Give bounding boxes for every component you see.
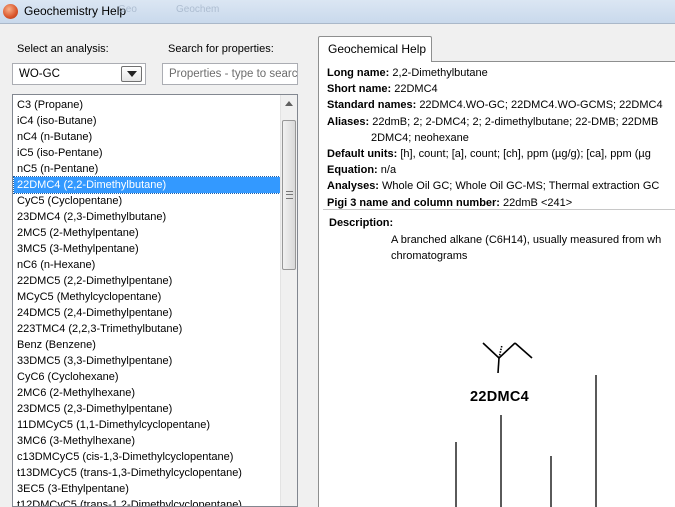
tab-strip: Geochemical Help: [318, 36, 675, 63]
list-item[interactable]: 2MC6 (2-Methylhexane): [14, 385, 280, 401]
molecule-structure-icon: [482, 342, 533, 374]
list-item[interactable]: Benz (Benzene): [14, 337, 280, 353]
chevron-down-icon: [127, 71, 137, 77]
list-item[interactable]: iC5 (iso-Pentane): [14, 145, 280, 161]
list-item[interactable]: nC5 (n-Pentane): [14, 161, 280, 177]
app-icon: [3, 4, 18, 19]
list-item[interactable]: nC4 (n-Butane): [14, 129, 280, 145]
window-title: Geochemistry Help: [24, 4, 127, 18]
search-input[interactable]: Properties - type to search: [162, 63, 298, 85]
list-item-selected[interactable]: 22DMC4 (2,2-Dimethylbutane): [13, 176, 281, 194]
list-item[interactable]: 11DMCyC5 (1,1-Dimethylcyclopentane): [14, 417, 280, 433]
list-item[interactable]: MCyC5 (Methylcyclopentane): [14, 289, 280, 305]
list-item[interactable]: nC6 (n-Hexane): [14, 257, 280, 273]
tab-label: Geochemical Help: [328, 42, 427, 56]
list-item[interactable]: t12DMCyC5 (trans-1,2-Dimethylcyclopentan…: [14, 497, 280, 506]
scrollbar-thumb[interactable]: [282, 120, 296, 270]
list-item[interactable]: c13DMCyC5 (cis-1,3-Dimethylcyclopentane): [14, 449, 280, 465]
list-item[interactable]: 23DMC4 (2,3-Dimethylbutane): [14, 209, 280, 225]
list-item[interactable]: 3EC5 (3-Ethylpentane): [14, 481, 280, 497]
list-item[interactable]: CyC5 (Cyclopentane): [14, 193, 280, 209]
analysis-label: Select an analysis:: [17, 43, 109, 55]
list-item[interactable]: t13DMCyC5 (trans-1,3-Dimethylcyclopentan…: [14, 465, 280, 481]
list-item[interactable]: C3 (Propane): [14, 97, 280, 113]
analysis-dropdown[interactable]: WO-GC: [12, 63, 146, 85]
search-label: Search for properties:: [168, 43, 274, 55]
properties-list-items: C3 (Propane) iC4 (iso-Butane) nC4 (n-Butan…: [13, 97, 281, 506]
grip-icon: [286, 191, 293, 199]
analysis-selected-value: WO-GC: [19, 68, 60, 80]
list-item[interactable]: CyC6 (Cyclohexane): [14, 369, 280, 385]
help-content: Long name: 2,2-Dimethylbutane Short name…: [318, 62, 675, 507]
background-ghost-text: Geo: [118, 4, 137, 15]
background-ghost-text: Geochem: [176, 4, 220, 15]
list-item[interactable]: 22DMC5 (2,2-Dimethylpentane): [14, 273, 280, 289]
list-item[interactable]: iC4 (iso-Butane): [14, 113, 280, 129]
tab-geochemical-help[interactable]: Geochemical Help: [318, 36, 432, 63]
list-item[interactable]: 3MC6 (3-Methylhexane): [14, 433, 280, 449]
list-item[interactable]: 2MC5 (2-Methylpentane): [14, 225, 280, 241]
title-bar[interactable]: Geochemistry Help Geo Geochem: [0, 0, 675, 24]
list-item[interactable]: 33DMC5 (3,3-Dimethylpentane): [14, 353, 280, 369]
dropdown-button[interactable]: [121, 66, 142, 82]
list-item[interactable]: 3MC5 (3-Methylpentane): [14, 241, 280, 257]
list-item[interactable]: 24DMC5 (2,4-Dimethylpentane): [14, 305, 280, 321]
list-scrollbar[interactable]: [280, 95, 297, 506]
molecule-label: 22DMC4: [470, 389, 530, 405]
scroll-up-icon[interactable]: [281, 95, 297, 112]
properties-list[interactable]: C3 (Propane) iC4 (iso-Butane) nC4 (n-Butan…: [12, 94, 298, 507]
list-item[interactable]: 223TMC4 (2,2,3-Trimethylbutane): [14, 321, 280, 337]
structure-figure: [455, 342, 597, 507]
list-item[interactable]: 23DMC5 (2,3-Dimethylpentane): [14, 401, 280, 417]
search-placeholder: Properties - type to search: [169, 68, 298, 80]
